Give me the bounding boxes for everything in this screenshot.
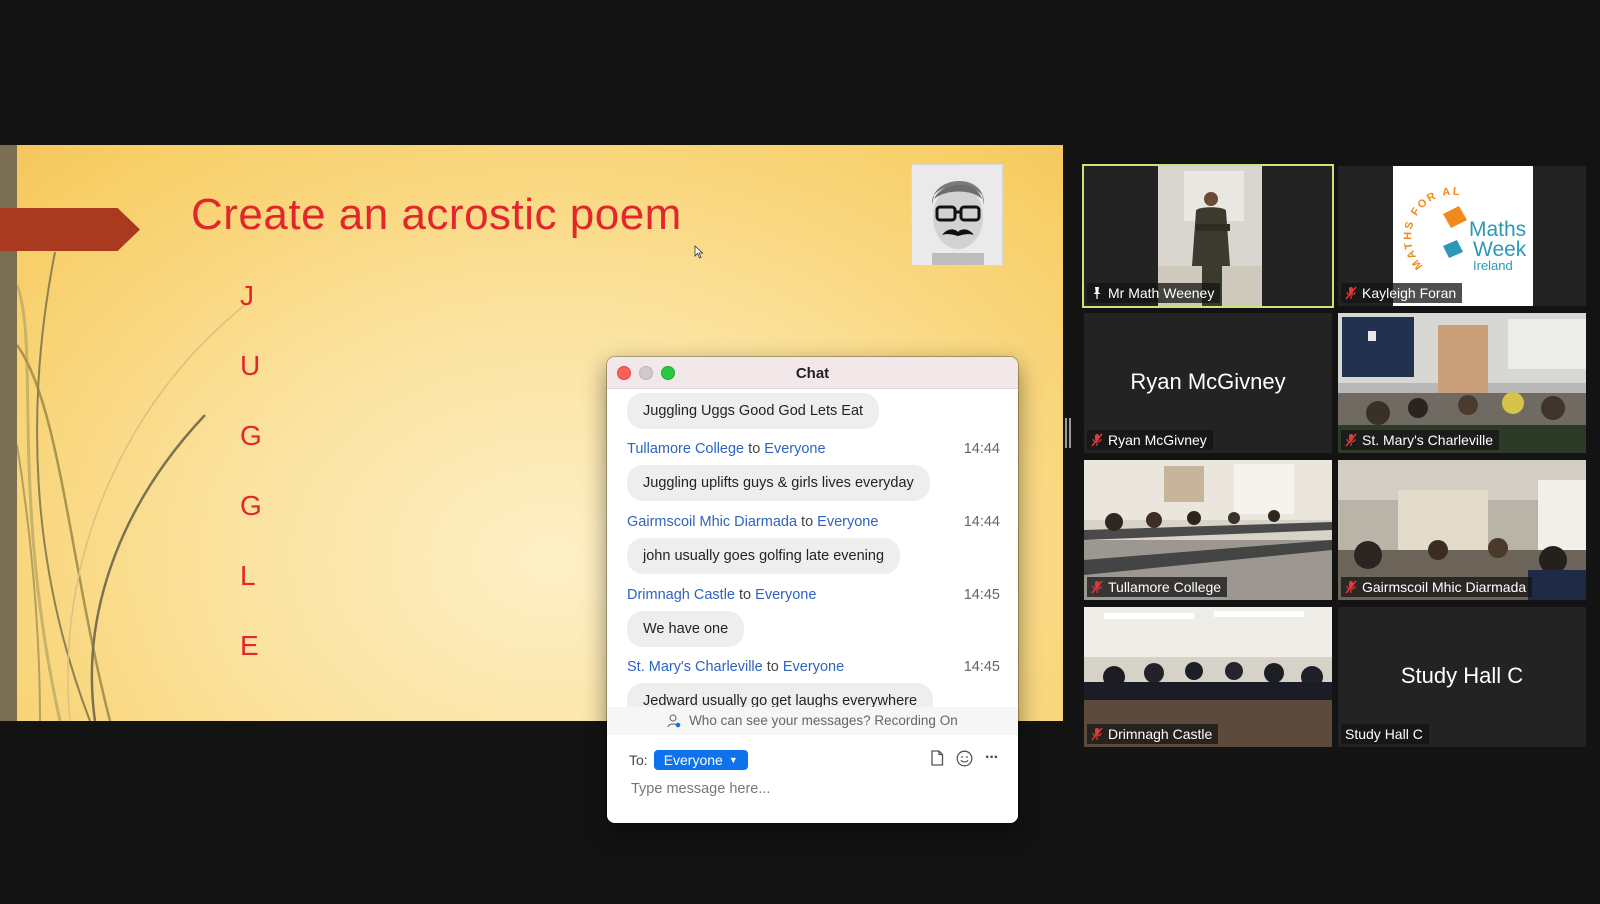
participant-tile-st-marys[interactable]: St. Mary's Charleville — [1338, 313, 1586, 453]
message-time: 14:44 — [963, 514, 1000, 530]
caret-down-icon: ▼ — [728, 755, 738, 765]
more-options-icon[interactable]: ··· — [985, 749, 999, 767]
muted-mic-icon — [1091, 433, 1103, 447]
participant-name-label: Kayleigh Foran — [1341, 283, 1463, 303]
chat-visibility-notice[interactable]: Who can see your messages? Recording On — [607, 707, 1018, 735]
message-sender[interactable]: Gairmscoil Mhic Diarmada — [627, 514, 797, 530]
muted-mic-icon — [1091, 580, 1103, 594]
participant-name-label: Tullamore College — [1087, 577, 1228, 597]
recipient-row: To: Everyone ▼ — [629, 750, 748, 770]
participant-name: Ryan McGivney — [1108, 432, 1207, 448]
chat-titlebar[interactable]: Chat — [607, 357, 1018, 389]
message-text: Juggling Uggs Good God Lets Eat — [627, 393, 880, 429]
participant-tile-tullamore[interactable]: Tullamore College — [1084, 460, 1332, 600]
participant-tile-teacher[interactable]: Mr Math Weeney — [1082, 164, 1334, 308]
pin-icon — [1093, 287, 1101, 299]
chat-message: Gairmscoil Mhic Diarmada to Everyone 14:… — [627, 514, 1000, 574]
message-input[interactable] — [631, 781, 971, 797]
message-header: Drimnagh Castle to Everyone 14:45 — [627, 587, 1000, 607]
participant-tile-gairmscoil[interactable]: Gairmscoil Mhic Diarmada — [1338, 460, 1586, 600]
acrostic-letter: G — [240, 490, 262, 521]
zoom-meeting-window: Create an acrostic poem J U G G L E Chat… — [0, 0, 1600, 904]
acrostic-letter: U — [240, 350, 261, 381]
message-header: St. Mary's Charleville to Everyone 14:45 — [627, 659, 1000, 679]
acrostic-letter: G — [240, 420, 262, 451]
to-label: To: — [629, 752, 648, 768]
acrostic-letters: J U G G L E — [240, 280, 262, 700]
message-recipient[interactable]: Everyone — [817, 514, 878, 530]
message-recipient[interactable]: Everyone — [783, 659, 844, 675]
panel-resize-handle[interactable] — [1065, 418, 1071, 448]
participant-name: Kayleigh Foran — [1362, 285, 1457, 301]
recipient-dropdown[interactable]: Everyone ▼ — [653, 750, 748, 770]
message-header: Gairmscoil Mhic Diarmada to Everyone 14:… — [627, 514, 1000, 534]
notice-text: Who can see your messages? Recording On — [689, 713, 958, 728]
chat-message: Tullamore College to Everyone 14:44 Jugg… — [627, 441, 1000, 501]
participant-tile-ryan[interactable]: Ryan McGivney Ryan McGivney — [1084, 313, 1332, 453]
participant-tile-kayleigh[interactable]: MATHS FOR ALL Maths Week Ireland Kayleig… — [1338, 166, 1586, 306]
message-sender[interactable]: St. Mary's Charleville — [627, 659, 763, 675]
participant-name: Drimnagh Castle — [1108, 726, 1213, 742]
participant-name-label: Study Hall C — [1341, 724, 1429, 744]
message-time: 14:44 — [963, 441, 1000, 457]
message-to-word: to — [801, 514, 818, 530]
message-to-word: to — [739, 587, 756, 603]
chat-window: Chat Juggling Uggs Good God Lets Eat Tul… — [607, 357, 1018, 823]
slide-arrow-banner — [0, 208, 140, 251]
participant-name: Study Hall C — [1345, 726, 1423, 742]
participant-name: Gairmscoil Mhic Diarmada — [1362, 579, 1527, 595]
participant-name-label: Gairmscoil Mhic Diarmada — [1341, 577, 1533, 597]
compose-tools: ··· — [930, 749, 999, 767]
participant-name: Tullamore College — [1108, 579, 1222, 595]
chat-compose-area: To: Everyone ▼ ··· — [607, 735, 1018, 823]
file-icon[interactable] — [930, 750, 944, 766]
message-to-word: to — [766, 659, 783, 675]
participant-name-label: Mr Math Weeney — [1087, 283, 1221, 303]
message-text: We have one — [627, 611, 745, 647]
chat-message: Drimnagh Castle to Everyone 14:45 We hav… — [627, 587, 1000, 647]
mouse-cursor-icon — [694, 245, 704, 259]
message-text: Jedward usually go get laughs everywhere — [627, 683, 934, 707]
participant-name-label: Drimnagh Castle — [1087, 724, 1219, 744]
chat-message: Juggling Uggs Good God Lets Eat — [627, 393, 1000, 429]
presenter-portrait-image — [911, 164, 1003, 266]
slide-title: Create an acrostic poem — [191, 190, 682, 239]
message-to-word: to — [748, 441, 765, 457]
logo-line3: Ireland — [1473, 258, 1513, 273]
message-text: john usually goes golfing late evening — [627, 538, 901, 574]
message-recipient[interactable]: Everyone — [755, 587, 816, 603]
message-time: 14:45 — [963, 587, 1000, 603]
message-sender[interactable]: Tullamore College — [627, 441, 744, 457]
recipient-dropdown-value: Everyone — [663, 752, 723, 768]
participant-tile-study-hall[interactable]: Study Hall C Study Hall C — [1338, 607, 1586, 747]
message-text: Juggling uplifts guys & girls lives ever… — [627, 465, 930, 501]
acrostic-letter: J — [240, 280, 254, 311]
message-time: 14:45 — [963, 659, 1000, 675]
muted-mic-icon — [1345, 433, 1357, 447]
muted-mic-icon — [1345, 286, 1357, 300]
muted-mic-icon — [1345, 580, 1357, 594]
acrostic-letter: L — [240, 560, 256, 591]
participant-name: St. Mary's Charleville — [1362, 432, 1494, 448]
participant-name: Mr Math Weeney — [1108, 285, 1215, 301]
muted-mic-icon — [1091, 727, 1103, 741]
participant-tile-drimnagh[interactable]: Drimnagh Castle — [1084, 607, 1332, 747]
emoji-icon[interactable] — [956, 750, 973, 767]
message-sender[interactable]: Drimnagh Castle — [627, 587, 735, 603]
acrostic-letter: E — [240, 630, 259, 661]
chat-message-list[interactable]: Juggling Uggs Good God Lets Eat Tullamor… — [607, 389, 1018, 707]
participant-display-name: Study Hall C — [1400, 663, 1524, 688]
message-recipient[interactable]: Everyone — [764, 441, 825, 457]
participant-name-label: Ryan McGivney — [1087, 430, 1213, 450]
chat-message: St. Mary's Charleville to Everyone 14:45… — [627, 659, 1000, 707]
person-icon — [667, 714, 681, 728]
participant-name-label: St. Mary's Charleville — [1341, 430, 1500, 450]
message-header: Tullamore College to Everyone 14:44 — [627, 441, 1000, 461]
participant-display-name: Ryan McGivney — [1130, 369, 1286, 394]
chat-title: Chat — [795, 365, 830, 382]
